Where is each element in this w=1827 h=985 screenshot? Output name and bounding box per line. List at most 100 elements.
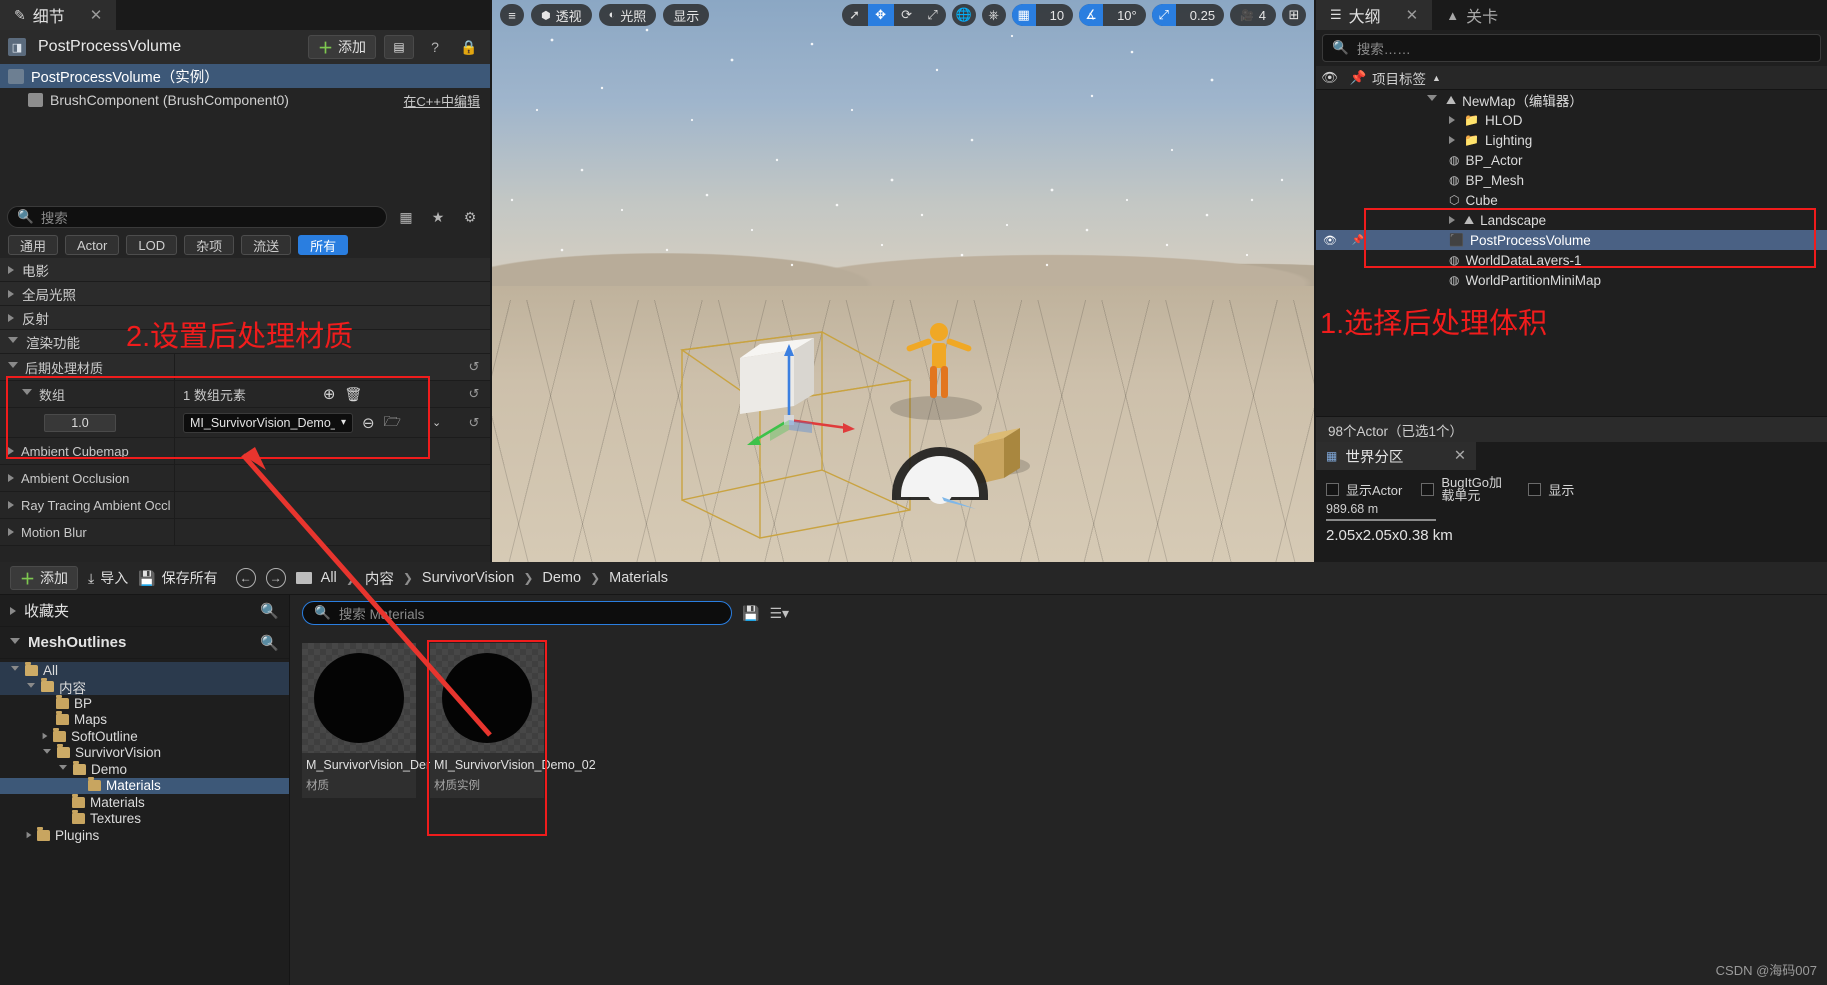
scale-tool-icon[interactable]: ⤢ [920, 4, 946, 26]
chevron-down-icon[interactable] [59, 765, 67, 773]
browse-back-icon[interactable]: ⊖ [362, 414, 375, 432]
folder-tree-item-2[interactable]: BP [0, 694, 289, 712]
array-row[interactable]: 数组 1 数组元素 ⊕ 🗑 ↺ [0, 381, 490, 408]
asset-card-1[interactable]: MI_SurvivorVision_Demo_02 材质实例 [427, 640, 596, 836]
source-row[interactable]: MeshOutlines 🔍 [0, 627, 289, 659]
search-icon[interactable]: 🔍 [260, 634, 279, 652]
browse-content-icon[interactable]: 🗁 [384, 411, 401, 435]
category-row-1[interactable]: 全局光照 [0, 282, 490, 306]
outliner-item-7[interactable]: 👁 📌 ⬛ PostProcessVolume [1316, 230, 1827, 250]
visibility-eye-icon[interactable]: 👁 [1316, 70, 1344, 86]
folder-tree-item-10[interactable]: Plugins [0, 826, 289, 844]
outliner-item-9[interactable]: ◍ WorldPartitionMiniMap [1316, 270, 1827, 290]
chevron-right-icon[interactable] [8, 528, 14, 536]
folder-tree-item-1[interactable]: 内容 [0, 678, 289, 696]
outliner-item-1[interactable]: 📁 HLOD [1316, 110, 1827, 130]
rotate-tool-icon[interactable]: ⟳ [894, 4, 920, 26]
chevron-down-icon[interactable] [27, 682, 35, 691]
chevron-right-icon[interactable] [8, 289, 14, 298]
filter-icon[interactable]: ☰▾ [769, 605, 789, 622]
scale-snap-icon[interactable]: ⤢ [1151, 4, 1176, 26]
weight-input[interactable]: 1.0 [44, 413, 116, 432]
outliner-item-0[interactable]: ⛰ NewMap（编辑器） [1316, 90, 1827, 110]
outliner-item-5[interactable]: ⬡ Cube [1316, 190, 1827, 210]
component-root-row[interactable]: PostProcessVolume（实例） [0, 64, 490, 88]
chevron-right-icon[interactable] [1449, 216, 1455, 224]
chevron-right-icon[interactable] [1449, 116, 1455, 124]
outliner-sort-header[interactable]: 项目标签 ▲ [1372, 68, 1441, 88]
folder-tree-item-6[interactable]: Demo [0, 760, 289, 778]
reset-arrow-icon[interactable]: ↺ [458, 359, 490, 375]
tab-details-close-icon[interactable]: ✕ [90, 6, 103, 24]
post-process-materials-row[interactable]: 后期处理材质 ↺ [0, 354, 490, 381]
chevron-right-icon[interactable] [8, 313, 14, 322]
viewport-menu-icon[interactable]: ≡ [500, 4, 524, 26]
reset-arrow-icon[interactable]: ↺ [458, 386, 490, 402]
delete-array-icon[interactable]: 🗑 [344, 386, 362, 403]
grid-snap-icon[interactable]: ▦ [1011, 4, 1036, 26]
add-array-element-icon[interactable]: ⊕ [323, 385, 336, 403]
tab-world-partition-close-icon[interactable]: ✕ [1454, 448, 1466, 464]
favorite-star-icon[interactable]: ★ [425, 205, 451, 229]
chevron-right-icon[interactable] [8, 447, 14, 455]
trailing-prop-0[interactable]: Ambient Cubemap [0, 438, 490, 465]
outliner-item-8[interactable]: ◍ WorldDataLayers-1 [1316, 250, 1827, 270]
angle-snap-value[interactable]: 10° [1108, 8, 1146, 23]
chevron-down-icon[interactable] [10, 637, 20, 648]
chevron-right-icon[interactable] [26, 832, 32, 839]
folder-tree-item-3[interactable]: Maps [0, 711, 289, 729]
angle-snap-icon[interactable]: ∡ [1079, 4, 1104, 26]
breadcrumb-item-2[interactable]: SurvivorVision [422, 570, 514, 586]
trailing-prop-3[interactable]: Motion Blur [0, 519, 490, 546]
reset-arrow-icon[interactable]: ↺ [458, 415, 490, 431]
outliner-item-2[interactable]: 📁 Lighting [1316, 130, 1827, 150]
camera-speed-group[interactable]: 🎥 4 [1230, 4, 1276, 26]
settings-gear-icon[interactable]: ⚙ [457, 205, 483, 229]
filter-chip-4[interactable]: 流送 [241, 235, 292, 255]
chevron-right-icon[interactable] [42, 733, 48, 740]
world-space-icon[interactable]: 🌐 [951, 4, 976, 26]
trailing-prop-1[interactable]: Ambient Occlusion [0, 465, 490, 492]
chevron-down-icon[interactable]: ⌄ [432, 416, 441, 429]
tab-level[interactable]: ▲ 关卡 [1432, 0, 1513, 30]
blueprint-edit-button[interactable]: ▤ [384, 35, 414, 59]
chevron-right-icon[interactable] [8, 474, 14, 482]
nav-back-icon[interactable]: ← [235, 568, 256, 588]
save-search-icon[interactable]: 💾 [742, 605, 759, 622]
outliner-search-input[interactable]: 🔍 搜索…… [1322, 34, 1821, 62]
trailing-prop-2[interactable]: Ray Tracing Ambient Occl [0, 492, 490, 519]
chevron-right-icon[interactable] [8, 501, 14, 509]
move-tool-icon[interactable]: ✥ [867, 4, 894, 26]
outliner-item-6[interactable]: ⛰ Landscape [1316, 210, 1827, 230]
viewport-layout-icon[interactable]: ⊞ [1282, 4, 1306, 26]
details-search-input[interactable]: 🔍 搜索 [7, 206, 387, 228]
folder-tree-item-7[interactable]: Materials [0, 777, 289, 794]
breadcrumb-item-0[interactable]: All [321, 570, 337, 586]
tab-details[interactable]: ✎ 细节 ✕ [0, 0, 117, 30]
breadcrumb-item-1[interactable]: 内容 [365, 568, 394, 589]
add-component-button[interactable]: ＋ 添加 [307, 35, 376, 59]
cb-save-all-button[interactable]: 💾 保存所有 [138, 568, 217, 588]
outliner-item-3[interactable]: ◍ BP_Actor [1316, 150, 1827, 170]
select-tool-icon[interactable]: ➚ [842, 4, 868, 26]
show-more-checkbox[interactable] [1528, 482, 1542, 496]
chevron-down-icon[interactable] [11, 666, 19, 674]
breadcrumb-item-4[interactable]: Materials [609, 570, 668, 586]
filter-chip-0[interactable]: 通用 [8, 235, 59, 255]
grid-snap-value[interactable]: 10 [1041, 8, 1073, 23]
asset-card-0[interactable]: M_SurvivorVision_DemoMaterial 材质 [302, 643, 488, 798]
component-child-row[interactable]: BrushComponent (BrushComponent0) 在C++中编辑 [0, 88, 490, 112]
cb-add-button[interactable]: ＋ 添加 [10, 566, 79, 590]
folder-tree-item-8[interactable]: Materials [0, 793, 289, 811]
nav-forward-icon[interactable]: → [265, 568, 286, 588]
tab-world-partition[interactable]: ▦ 世界分区 ✕ [1316, 442, 1476, 470]
edit-in-cpp-link[interactable]: 在C++中编辑 [403, 91, 480, 110]
chevron-down-icon[interactable] [22, 389, 32, 399]
folder-tree-item-0[interactable]: All [0, 661, 289, 679]
bugitgo-checkbox[interactable] [1421, 482, 1435, 496]
folder-tree-item-5[interactable]: SurvivorVision [0, 744, 289, 762]
grid-view-icon[interactable]: ▦ [393, 205, 419, 229]
pin-icon[interactable]: 📌 [1344, 70, 1372, 86]
favorites-row[interactable]: 收藏夹 🔍 [0, 595, 289, 627]
show-button[interactable]: 显示 [663, 4, 710, 26]
